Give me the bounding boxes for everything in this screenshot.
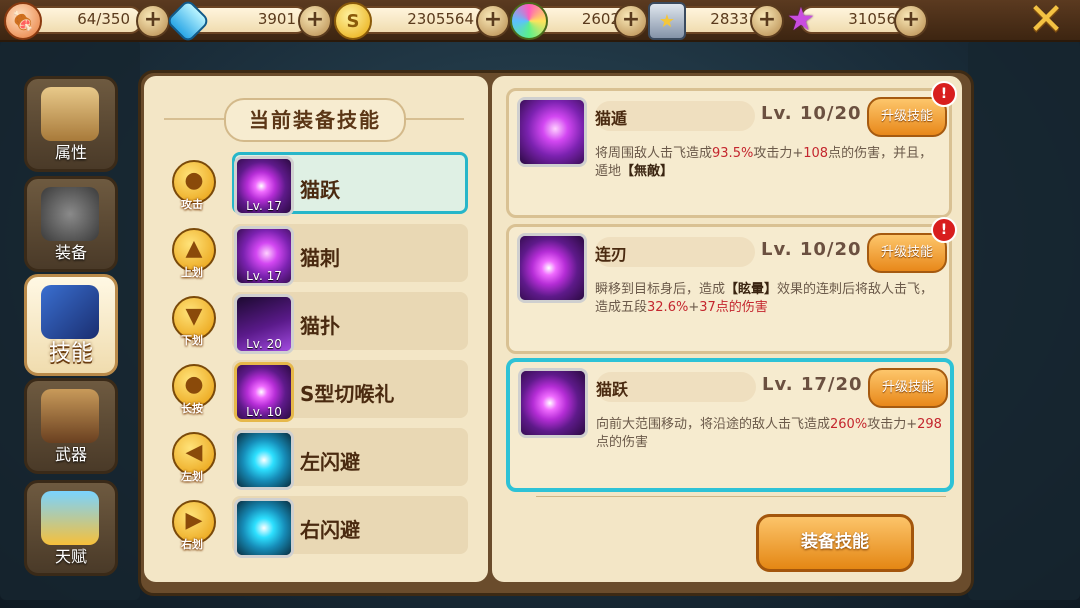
add-honor-button[interactable]: +: [750, 4, 784, 38]
add-gold-button[interactable]: +: [476, 4, 510, 38]
nav-label: 武器: [54, 445, 87, 464]
nav-tab-skills[interactable]: 技能: [24, 274, 118, 376]
control-swipe-up: ▲ 上划: [166, 228, 218, 280]
resource-bar: 64/350 🍖 + 3901 + 2305564 S + 2602 + 283…: [0, 0, 1080, 44]
control-swipe-left: ◀ 左划: [166, 432, 218, 484]
stamina-value: 64/350: [77, 10, 130, 28]
skill-description: 将周围敌人击飞造成93.5%攻击力+108点的伤害，并且，遁地【無敵】: [595, 146, 933, 179]
skill-name: 右闪避: [300, 518, 360, 542]
close-icon[interactable]: ✕: [1026, 0, 1066, 42]
scroll-icon: [41, 87, 99, 141]
nav-tab-talent[interactable]: 天赋: [24, 480, 118, 576]
stamina-icon: 🍖: [4, 2, 42, 40]
skill-level: Lv. 10: [246, 405, 282, 419]
control-label: 左划: [181, 470, 203, 483]
control-swipe-down: ▼ 下划: [166, 296, 218, 348]
skill-name: 猫扑: [300, 314, 340, 338]
skill-slot[interactable]: Lv. 10: [234, 362, 294, 422]
cat-escape-skill-icon: [517, 97, 587, 167]
star-value: 31056: [848, 10, 896, 28]
control-swipe-right: ▶ 右划: [166, 500, 218, 552]
skill-name: 猫跃: [596, 380, 629, 399]
diamond-value: 3901: [257, 10, 296, 28]
skill-level: Lv. 17/20: [762, 374, 863, 395]
add-stamina-button[interactable]: +: [136, 4, 170, 38]
nav-tab-equipment[interactable]: 装备: [24, 176, 118, 272]
panel-divider: [536, 496, 946, 497]
skill-slot[interactable]: Lv. 20: [234, 294, 294, 354]
equip-skill-button[interactable]: 装备技能: [756, 514, 914, 572]
nav-label: 装备: [54, 243, 87, 262]
skill-slot[interactable]: Lv. 17: [234, 226, 294, 286]
talent-icon: [41, 491, 99, 545]
star-icon: ★: [786, 0, 816, 38]
skill-slot[interactable]: Lv. 17: [234, 156, 294, 216]
gold-value: 2305564: [407, 10, 474, 28]
skill-name: 猫刺: [300, 246, 340, 270]
nav-label: 技能: [48, 341, 93, 366]
gold-coin-icon: S: [334, 2, 372, 40]
control-label: 上划: [181, 266, 203, 279]
nav-label: 属性: [54, 143, 87, 162]
control-label: 下划: [181, 334, 203, 347]
alert-badge: !: [931, 81, 957, 107]
header-divider: [402, 118, 464, 120]
control-long-press: ● 长按: [166, 364, 218, 416]
nav-tab-attributes[interactable]: 属性: [24, 76, 118, 172]
cat-leap-skill-icon: [518, 368, 588, 438]
nav-label: 天赋: [54, 547, 87, 566]
skill-description: 向前大范围移动，将沿途的敌人击飞造成260%攻击力+298点的伤害: [596, 417, 942, 450]
upgrade-skill-button[interactable]: 升级技能: [868, 368, 948, 408]
skill-level: Lv. 10/20: [761, 239, 862, 260]
honor-badge-icon: ★: [648, 2, 686, 40]
header-divider: [164, 118, 224, 120]
control-label: 右划: [181, 538, 203, 551]
skill-level: Lv. 20: [246, 337, 282, 351]
skill-level: Lv. 17: [246, 269, 282, 283]
skill-description: 瞬移到目标身后，造成【眩暈】效果的连刺后将敌人击飞，造成五段32.6%+37点的…: [595, 282, 934, 315]
skill-name: S型切喉礼: [300, 382, 395, 406]
skill-name: 左闪避: [300, 450, 360, 474]
skill-card[interactable]: 连刃 Lv. 10/20 升级技能 ! 瞬移到目标身后，造成【眩暈】效果的连刺后…: [506, 217, 957, 354]
crossbow-icon: [41, 389, 99, 443]
alert-badge: !: [931, 217, 957, 243]
skill-level: Lv. 17: [246, 199, 282, 213]
background-building: [968, 40, 1080, 600]
candy-icon: [510, 2, 548, 40]
skill-book-icon: [41, 285, 99, 339]
skill-level: Lv. 10/20: [761, 103, 862, 124]
add-candy-button[interactable]: +: [614, 4, 648, 38]
helmet-icon: [41, 187, 99, 241]
add-diamond-button[interactable]: +: [298, 4, 332, 38]
control-label: 长按: [181, 402, 203, 415]
add-star-button[interactable]: +: [894, 4, 928, 38]
skill-card[interactable]: 猫遁 Lv. 10/20 升级技能 ! 将周围敌人击飞造成93.5%攻击力+10…: [506, 81, 957, 218]
skill-card-selected[interactable]: 猫跃 Lv. 17/20 升级技能 向前大范围移动，将沿途的敌人击飞造成260%…: [506, 358, 954, 492]
equipped-skills-title: 当前装备技能: [224, 98, 406, 142]
nav-tab-weapons[interactable]: 武器: [24, 378, 118, 474]
chain-blade-skill-icon: [517, 233, 587, 303]
skill-name: 连刃: [595, 245, 628, 264]
skill-slot[interactable]: [234, 430, 294, 490]
skill-name: 猫遁: [595, 109, 628, 128]
dodge-right-skill-icon: [237, 501, 291, 555]
skill-name: 猫跃: [300, 178, 340, 202]
dodge-left-skill-icon: [237, 433, 291, 487]
skill-slot[interactable]: [234, 498, 294, 558]
control-label: 攻击: [181, 198, 203, 211]
control-attack: ● 攻击: [166, 160, 218, 212]
